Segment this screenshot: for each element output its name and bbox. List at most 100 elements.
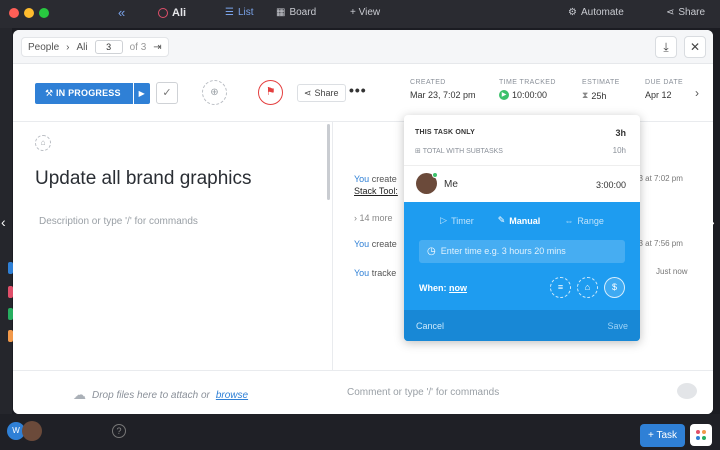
total-with-subtasks-value: 10h [612,146,626,155]
description-input[interactable]: Description or type '/' for commands [39,216,198,227]
collapse-sidebar-icon[interactable]: « [118,5,125,20]
this-task-only-label: THIS TASK ONLY [415,129,475,136]
add-view-button[interactable]: + View [350,7,380,18]
tab-timer[interactable]: ▷ Timer [440,215,474,226]
flag-icon: ⚑ [265,86,276,98]
attachment-dropzone[interactable]: ☁ Drop files here to attach or browse [73,387,248,403]
dollar-icon: $ [611,282,617,292]
when-value[interactable]: now [449,283,467,293]
browse-link[interactable]: browse [216,390,248,401]
user-avatar[interactable] [22,421,42,441]
tag-icon[interactable]: ⌂ [35,135,51,151]
apps-grid-button[interactable] [690,424,712,446]
created-value: Mar 23, 7:02 pm [410,90,476,100]
cloud-upload-icon: ☁ [73,387,86,402]
this-task-only-value: 3h [615,128,626,138]
tab-manual[interactable]: ✎ Manual [498,215,541,226]
online-status-icon [432,172,438,178]
show-more-activity[interactable]: › 14 more [354,213,393,223]
save-button[interactable]: Save [607,321,628,331]
comment-input[interactable]: Comment or type '/' for commands [347,387,499,398]
breadcrumb-item[interactable]: Ali [76,42,87,53]
range-icon: ⇔ [564,215,574,226]
comment-bubble-icon[interactable] [677,383,697,399]
close-window-button[interactable] [9,8,19,18]
list-color-icon [158,8,168,18]
breadcrumb-space[interactable]: People [28,42,59,53]
task-title[interactable]: Update all brand graphics [35,168,252,190]
activity-user[interactable]: You [354,268,369,278]
app-top-bar: « Ali ☰ List ▦ Board + View ⚙ Automate ⋖ Sha… [0,0,720,28]
share-icon: ⋖ [304,87,312,98]
list-view-icon: ☰ [225,7,234,18]
status-label: IN PROGRESS [55,88,121,98]
add-assignee-button[interactable]: ⊕ [202,80,227,105]
modal-footer: ☁ Drop files here to attach or browse Co… [13,370,713,414]
tags-button[interactable]: ⌂ [577,277,598,298]
view-tab-board-label: Board [289,7,317,18]
view-tab-board[interactable]: ▦ Board [276,7,316,18]
total-with-subtasks-label: ⊞ TOTAL WITH SUBTASKS [415,147,503,155]
status-button[interactable]: ⚒ IN PROGRESS ▶ [35,83,150,104]
estimate-label: ESTIMATE [582,79,620,86]
estimate-value: 25h [591,90,607,101]
activity-user[interactable]: You [354,239,369,249]
add-task-button[interactable]: + Task [640,424,685,447]
activity-user[interactable]: You [354,174,369,184]
page-number-input[interactable]: 3 [94,40,123,54]
automate-button[interactable]: ⚙ Automate [568,7,624,18]
tab-range[interactable]: ⇔ Range [564,215,604,226]
tag-icon: ⌂ [584,282,591,292]
view-tab-list[interactable]: ☰ List [225,7,254,18]
time-entry-user-row[interactable]: Me 3:00:00 [404,165,640,202]
maximize-window-button[interactable] [39,8,49,18]
minimize-window-button[interactable] [24,8,34,18]
activity-text: create [371,174,397,184]
billable-button[interactable]: $ [604,277,625,298]
time-tracked-meta[interactable]: TIME TRACKED ▶ 10:00:00 [499,79,556,100]
add-view-label: + View [350,7,381,18]
board-view-icon: ▦ [276,7,286,18]
when-label: When: [419,283,447,293]
scrollbar[interactable] [327,124,330,200]
chevron-right-icon[interactable]: › [695,86,699,100]
previous-task-arrow-icon[interactable]: ‹ [1,214,6,230]
time-input[interactable]: ◷ Enter time e.g. 3 hours 20 mins [419,240,625,263]
play-icon[interactable]: ▶ [499,90,509,100]
apps-grid-icon [696,436,700,440]
list-name: Ali [172,7,187,19]
due-date-value: Apr 12 [645,90,672,100]
app-bottom-bar: W ? [0,414,720,450]
play-circle-icon: ▷ [440,215,448,225]
close-task-button[interactable]: ✕ [684,36,706,58]
list-title[interactable]: Ali [158,7,186,19]
chevron-right-icon: › [66,41,70,53]
app-share-button[interactable]: ⋖ Share [666,7,705,18]
modal-header: People › Ali 3 of 3 ⇥ ⤓ ✕ [13,30,713,64]
share-icon: ⋖ [666,7,675,18]
notes-button[interactable]: ≡ [550,277,571,298]
open-external-icon[interactable]: ⇥ [153,42,161,53]
help-icon[interactable]: ? [112,424,126,438]
more-activity-label: 14 more [359,213,393,223]
next-task-arrow-icon[interactable]: › [710,214,715,230]
priority-button[interactable]: ⚑ [258,80,283,105]
tracked-value: 10:00:00 [512,90,548,100]
activity-link[interactable]: Stack Tool: [354,186,398,196]
more-options-icon[interactable]: ••• [349,82,367,98]
user-time: 3:00:00 [595,180,626,190]
complete-task-button[interactable]: ✓ [156,82,178,104]
activity-text: create [371,239,397,249]
created-meta: CREATED Mar 23, 7:02 pm [410,79,476,100]
cancel-button[interactable]: Cancel [416,321,444,331]
estimate-meta[interactable]: ESTIMATE ⧗ 25h [582,79,620,101]
due-date-label: DUE DATE [645,79,684,86]
minimize-task-button[interactable]: ⤓ [655,36,677,58]
task-share-button[interactable]: ⋖ Share [297,84,346,102]
activity-timestamp: 23 at 7:02 pm [634,174,683,183]
due-date-meta[interactable]: DUE DATE Apr 12 [645,79,683,100]
tab-timer-label: Timer [451,215,474,226]
next-status-button[interactable]: ▶ [133,83,150,104]
users-add-icon: ⊕ [210,87,219,98]
hourglass-icon: ⧗ [582,90,589,100]
